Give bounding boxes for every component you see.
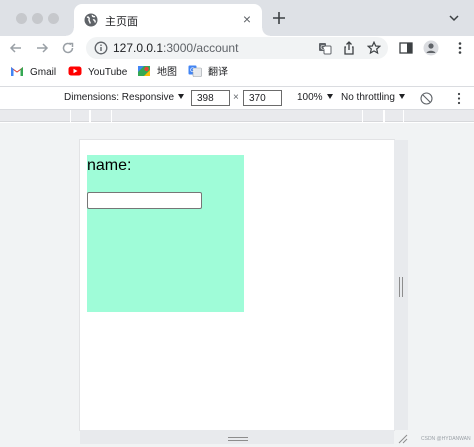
window-maximize-button[interactable] [48,13,59,24]
media-query-bar[interactable] [0,110,474,122]
bookmark-gmail[interactable]: Gmail [10,66,56,80]
media-query-segment[interactable] [90,110,112,122]
youtube-icon [68,66,82,76]
chevron-down-icon[interactable] [448,13,460,23]
tab-active[interactable]: 主页面 × [66,4,270,36]
page-viewport: name: [80,140,394,430]
resize-corner-icon[interactable] [396,432,408,444]
more-options-icon[interactable] [456,92,462,105]
resize-grip-bottom-icon[interactable] [228,437,248,441]
profile-avatar-icon[interactable] [423,40,439,56]
translate-icon: G [188,65,202,78]
translate-page-icon[interactable]: G [318,41,332,55]
account-box: name: [87,155,244,312]
bookmark-translate[interactable]: G 翻译 [188,65,228,80]
svg-text:G: G [320,45,325,52]
rotate-icon[interactable] [420,92,433,105]
name-input[interactable] [87,192,202,209]
bookmark-star-icon[interactable] [367,41,381,55]
throttling-dropdown[interactable]: No throttling [341,92,405,103]
window-close-button[interactable] [16,13,27,24]
zoom-dropdown[interactable]: 100% [297,92,333,103]
viewport-height-input[interactable] [243,90,282,106]
resize-grip-right-icon[interactable] [399,277,403,297]
dimensions-dropdown[interactable]: Dimensions: Responsive [64,92,185,103]
menu-kebab-icon[interactable] [452,40,468,56]
maps-icon [138,66,150,77]
tab-close-icon[interactable]: × [240,12,254,26]
emulation-canvas: name: CSDN @HYDANWAN [0,123,474,447]
media-query-segment[interactable] [384,110,404,122]
gmail-icon [11,67,23,77]
bookmark-youtube[interactable]: YouTube [68,66,127,80]
window-minimize-button[interactable] [32,13,43,24]
viewport-width-input[interactable] [191,90,230,106]
back-arrow-icon[interactable] [8,40,24,56]
reload-icon[interactable] [60,40,76,56]
tab-strip: 主页面 × [0,0,474,36]
svg-text:G: G [190,67,195,74]
globe-icon [84,13,98,27]
bookmarks-bar: Gmail YouTube 地图 G 翻译 [0,60,474,86]
device-toolbar: Dimensions: Responsive × 100% No throttl… [0,86,474,110]
name-label: name: [87,157,132,174]
new-tab-icon[interactable] [272,11,286,25]
forward-arrow-icon[interactable] [34,40,50,56]
watermark: CSDN @HYDANWAN [421,436,471,442]
bookmark-maps[interactable]: 地图 [137,66,177,80]
site-info-icon[interactable] [94,41,108,55]
media-query-segment[interactable] [362,110,384,122]
tab-title: 主页面 [105,16,138,28]
dimension-separator: × [233,92,239,103]
side-panel-icon[interactable] [398,40,414,56]
browser-toolbar: 127.0.0.1:3000/account G [0,36,474,60]
media-query-segment[interactable] [70,110,90,122]
share-icon[interactable] [342,41,356,55]
url-text: 127.0.0.1:3000/account [113,41,239,55]
address-bar[interactable]: 127.0.0.1:3000/account G [86,37,388,59]
